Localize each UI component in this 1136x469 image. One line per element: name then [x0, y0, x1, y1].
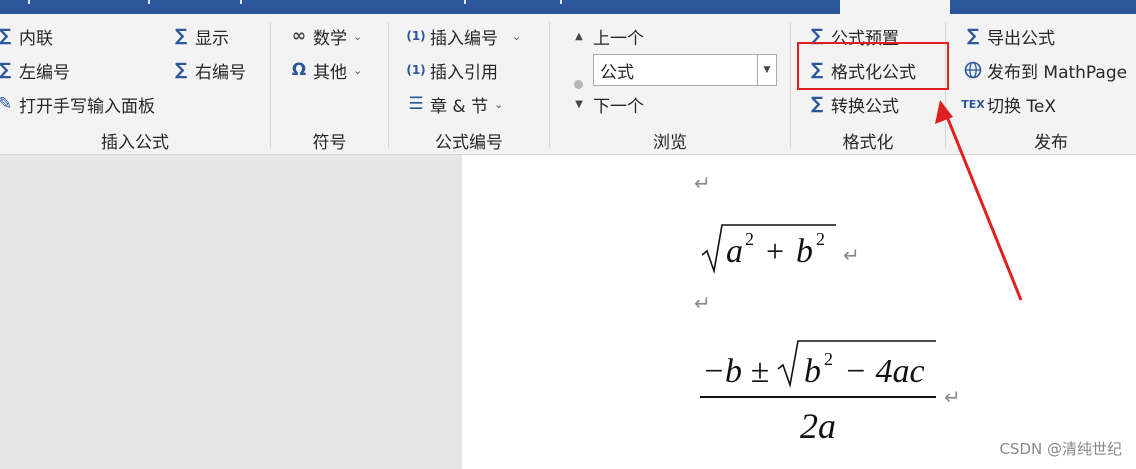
inline-button[interactable]: ∑ 内联	[0, 23, 53, 49]
convert-equation-icon: ∑	[810, 94, 824, 114]
tab-divider	[464, 0, 466, 4]
export-equation-label: 导出公式	[987, 28, 1055, 49]
tab-divider	[148, 0, 150, 4]
sigma-right-number-icon: ∑	[174, 60, 188, 80]
publish-mathpage-button[interactable]: 发布到 MathPage	[962, 57, 1127, 83]
next-button[interactable]: ▼ 下一个	[568, 91, 644, 117]
eq1-exp-b: 2	[816, 229, 825, 249]
list-icon: ☰	[408, 94, 424, 114]
eq2-exp: 2	[824, 349, 833, 369]
eq2-denominator: 2a	[800, 406, 836, 446]
eq1-exp-a: 2	[745, 229, 754, 249]
chevron-down-icon: ⌄	[353, 29, 363, 43]
toggle-tex-label: 切换 TeX	[987, 96, 1057, 117]
browse-group-label: 浏览	[653, 133, 687, 153]
next-label: 下一个	[593, 96, 644, 117]
tab-divider	[28, 0, 30, 4]
insert-reference-icon: (1)	[406, 63, 426, 77]
other-symbols-label: 其他	[313, 62, 347, 83]
other-symbols-dropdown[interactable]: Ω 其他 ⌄	[288, 57, 362, 83]
left-number-button[interactable]: ∑ 左编号	[0, 57, 70, 83]
previous-label: 上一个	[593, 28, 644, 49]
eq1-base-b: b	[796, 233, 813, 270]
equation-sqrt-sum[interactable]: a 2 + b 2	[700, 217, 840, 277]
open-handwriting-label: 打开手写输入面板	[19, 96, 155, 117]
document-page[interactable]: ↵ a 2 + b 2 ↵ ↵ −b ± b 2 − 4ac 2a ↵ CSDN…	[462, 155, 1136, 469]
sigma-display-icon: ∑	[174, 26, 188, 46]
highlight-box	[797, 42, 949, 90]
insert-number-button[interactable]: (1) 插入编号 ⌄	[405, 23, 521, 49]
right-number-button[interactable]: ∑ 右编号	[170, 57, 246, 83]
numbering-group-label: 公式编号	[435, 133, 503, 153]
paragraph-mark: ↵	[694, 171, 711, 195]
chevron-down-icon: ⌄	[512, 29, 522, 43]
tex-icon: TEX	[961, 97, 985, 111]
infinity-icon: ∞	[291, 26, 307, 46]
format-group-label: 格式化	[842, 133, 894, 153]
symbols-group-label: 符号	[312, 133, 347, 153]
browse-target-value: 公式	[600, 62, 634, 83]
chevron-down-icon[interactable]: ▼	[757, 55, 776, 85]
inline-label: 内联	[19, 28, 53, 49]
eq2-rest: − 4ac	[844, 353, 925, 390]
insert-number-icon: (1)	[406, 29, 426, 43]
open-handwriting-button[interactable]: ✎ 打开手写输入面板	[0, 91, 155, 117]
insert-reference-button[interactable]: (1) 插入引用	[405, 57, 498, 83]
chapter-section-label: 章 & 节	[430, 96, 489, 117]
eq1-base-a: a	[726, 233, 743, 270]
chapter-section-dropdown[interactable]: ☰ 章 & 节 ⌄	[405, 91, 503, 117]
math-symbols-dropdown[interactable]: ∞ 数学 ⌄	[288, 23, 362, 49]
left-number-icon: ∑	[0, 60, 12, 80]
paragraph-mark: ↵	[944, 385, 961, 409]
publish-group-label: 发布	[1034, 133, 1068, 153]
equation-quadratic-formula[interactable]: −b ± b 2 − 4ac 2a	[700, 335, 940, 450]
arrow-down-icon: ▼	[575, 98, 583, 110]
display-label: 显示	[195, 28, 229, 49]
insert-equation-group-label: 插入公式	[101, 133, 169, 153]
tab-divider	[560, 0, 562, 4]
fraction-bar	[700, 396, 936, 398]
eq1-plus: +	[766, 233, 785, 269]
export-equation-icon: ∑	[966, 26, 980, 46]
paragraph-mark: ↵	[843, 243, 860, 267]
insert-number-label: 插入编号	[430, 28, 498, 49]
eq2-radicand-b: b	[804, 353, 821, 390]
omega-icon: Ω	[291, 60, 307, 80]
inline-icon: ∑	[0, 26, 12, 46]
display-button[interactable]: ∑ 显示	[170, 23, 229, 49]
left-number-label: 左编号	[19, 62, 70, 83]
chevron-down-icon: ⌄	[353, 63, 363, 77]
previous-button[interactable]: ▲ 上一个	[568, 23, 644, 49]
publish-mathpage-label: 发布到 MathPage	[987, 62, 1128, 83]
browse-radio-icon[interactable]	[574, 80, 583, 89]
tab-divider	[240, 0, 242, 4]
math-symbols-label: 数学	[313, 28, 347, 49]
insert-reference-label: 插入引用	[430, 62, 498, 83]
eq2-minus-b: −b ±	[702, 353, 770, 390]
watermark: CSDN @清纯世纪	[999, 440, 1122, 458]
convert-equation-label: 转换公式	[831, 96, 899, 117]
paragraph-mark: ↵	[694, 291, 711, 315]
globe-icon	[962, 59, 984, 81]
title-bar	[0, 0, 1136, 14]
handwriting-icon: ✎	[0, 94, 13, 114]
ribbon: ∑ 内联 ∑ 左编号 ✎ 打开手写输入面板 ∑ 显示 ∑ 右编号 插入公式 ∞ …	[0, 14, 1136, 155]
right-number-label: 右编号	[195, 62, 246, 83]
toggle-tex-button[interactable]: TEX 切换 TeX	[961, 91, 1057, 117]
export-equation-button[interactable]: ∑ 导出公式	[962, 23, 1055, 49]
convert-equation-button[interactable]: ∑ 转换公式	[806, 91, 899, 117]
chevron-down-icon: ⌄	[494, 97, 504, 111]
active-ribbon-tab[interactable]	[840, 0, 950, 14]
browse-target-select[interactable]: 公式 ▼	[593, 54, 777, 86]
arrow-up-icon: ▲	[575, 30, 583, 42]
